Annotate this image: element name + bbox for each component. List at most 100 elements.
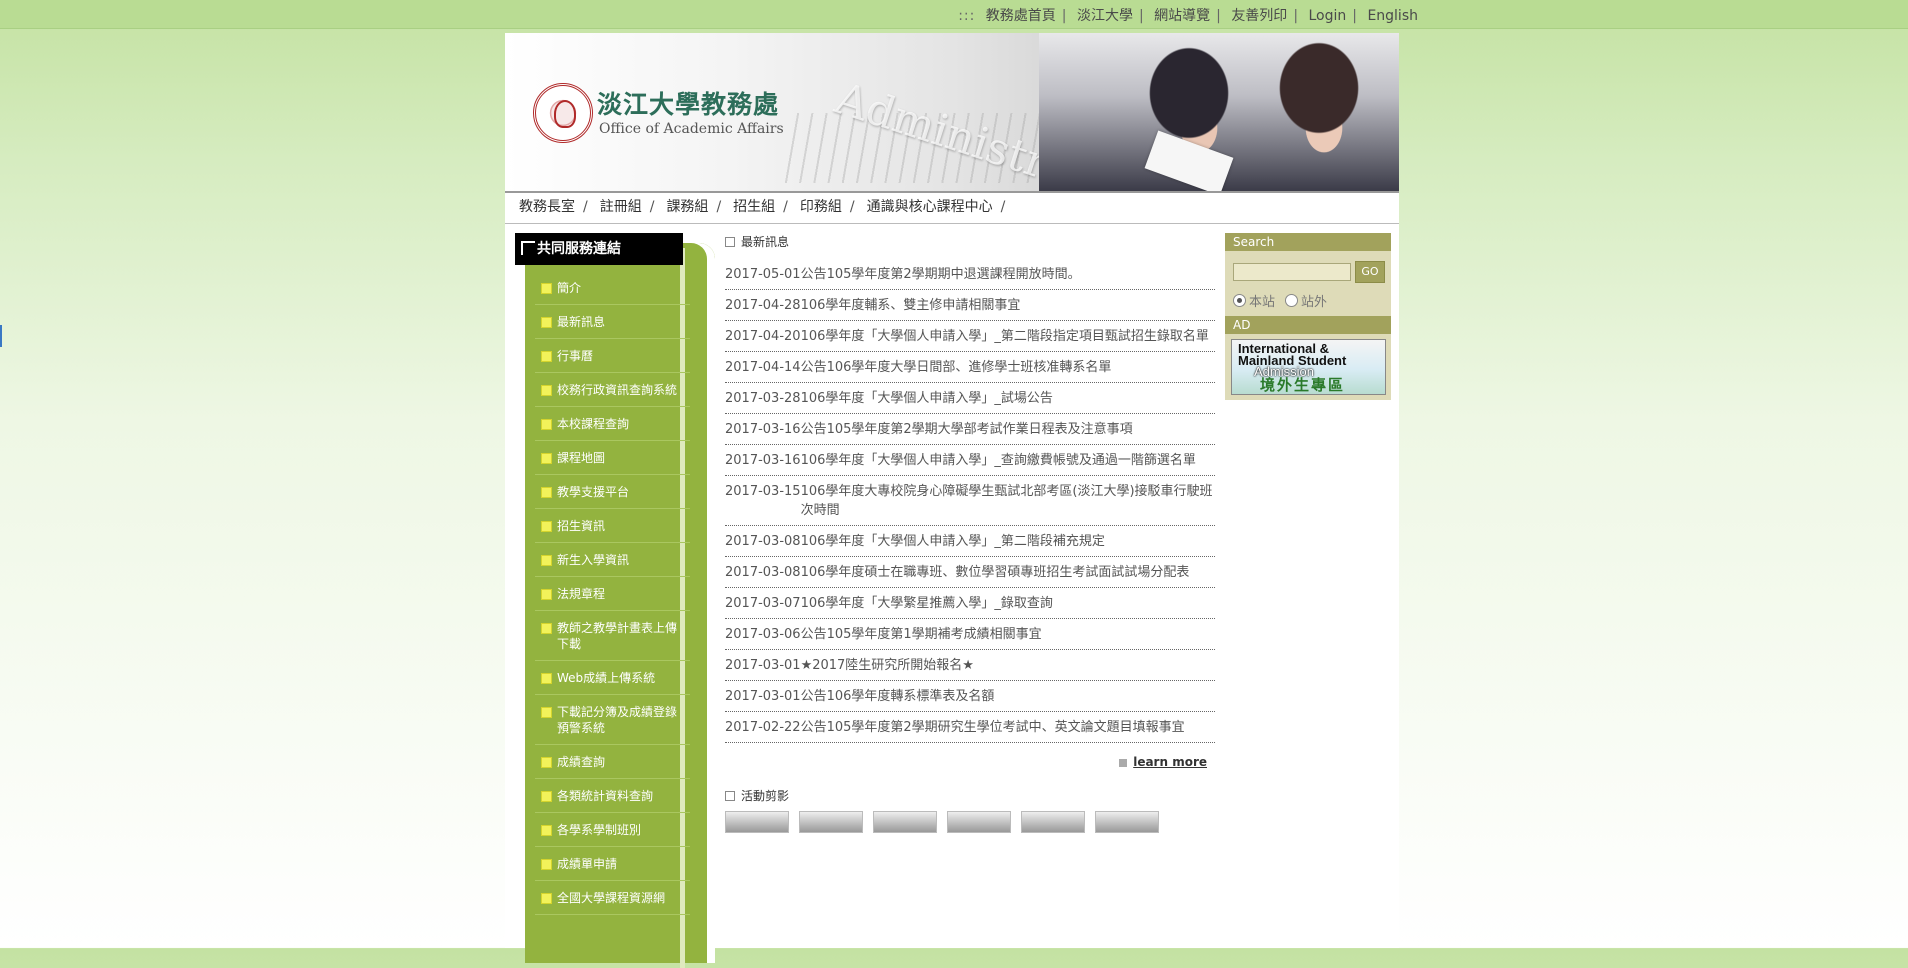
news-item[interactable]: 2017-03-07 106學年度「大學繁星推薦入學」_錄取查詢 bbox=[725, 588, 1215, 619]
photo-thumbnail[interactable] bbox=[1095, 811, 1159, 833]
radio-site[interactable] bbox=[1233, 294, 1246, 307]
photo-thumbnail[interactable] bbox=[873, 811, 937, 833]
news-title[interactable]: 106學年度「大學個人申請入學」_查詢繳費帳號及通過一階篩選名單 bbox=[801, 451, 1215, 470]
search-input[interactable] bbox=[1233, 263, 1351, 281]
news-item[interactable]: 2017-05-01 公告105學年度第2學期期中退選課程開放時間。 bbox=[725, 259, 1215, 290]
sidebar-item[interactable]: 新生入學資訊 bbox=[535, 543, 690, 577]
toplink-login[interactable]: Login bbox=[1308, 8, 1346, 24]
sidebar-item[interactable]: 各學系學制班別 bbox=[535, 813, 690, 847]
nav-link-registration[interactable]: 註冊組 bbox=[600, 199, 642, 215]
header-banner: Administration B 淡江大學教務處 Office of Acade… bbox=[505, 33, 1399, 191]
university-seal-icon[interactable] bbox=[533, 83, 593, 143]
news-title[interactable]: 公告106學年度轉系標準表及名額 bbox=[801, 687, 1215, 706]
news-item[interactable]: 2017-03-08 106學年度碩士在職專班、數位學習碩專班招生考試面試試場分配… bbox=[725, 557, 1215, 588]
sidebar-item[interactable]: 行事曆 bbox=[535, 339, 690, 373]
bullet-square-icon bbox=[541, 283, 552, 294]
news-title[interactable]: 公告105學年度第2學期大學部考試作業日程表及注意事項 bbox=[801, 420, 1215, 439]
news-date: 2017-03-16 bbox=[725, 422, 801, 437]
sidebar-item[interactable]: Web成績上傳系統 bbox=[535, 661, 690, 695]
sidebar-item-label: 成績單申請 bbox=[557, 857, 618, 871]
sidebar-item[interactable]: 校務行政資訊查詢系統 bbox=[535, 373, 690, 407]
sidebar-item[interactable]: 成績查詢 bbox=[535, 745, 690, 779]
toplink-home[interactable]: 教務處首頁 bbox=[986, 8, 1056, 24]
sidebar-item[interactable]: 招生資訊 bbox=[535, 509, 690, 543]
sidebar-item[interactable]: 課程地圖 bbox=[535, 441, 690, 475]
news-title[interactable]: 106學年度「大學個人申請入學」_試場公告 bbox=[801, 389, 1215, 408]
news-item[interactable]: 2017-03-06 公告105學年度第1學期補考成績相關事宜 bbox=[725, 619, 1215, 650]
learn-more-link[interactable]: learn more bbox=[1133, 755, 1207, 769]
sidebar-item-label: 下載記分簿及成績登錄預警系統 bbox=[557, 705, 678, 735]
bullet-square-icon bbox=[541, 555, 552, 566]
photo-thumbnails bbox=[725, 811, 1215, 833]
nav-link-general-education[interactable]: 通識與核心課程中心 bbox=[867, 199, 993, 215]
sidebar-item-label: 全國大學課程資源網 bbox=[557, 891, 666, 905]
sidebar-item[interactable]: 各類統計資料查詢 bbox=[535, 779, 690, 813]
nav-link-admissions[interactable]: 招生組 bbox=[733, 199, 775, 215]
news-item[interactable]: 2017-03-16 106學年度「大學個人申請入學」_查詢繳費帳號及通過一階篩選… bbox=[725, 445, 1215, 476]
site-title-cn[interactable]: 淡江大學教務處 bbox=[597, 85, 779, 121]
sidebar-item-label: 最新訊息 bbox=[557, 315, 606, 329]
learn-more-row: learn more bbox=[725, 755, 1215, 769]
bullet-square-icon bbox=[541, 317, 552, 328]
toplink-sitemap[interactable]: 網站導覽 bbox=[1154, 8, 1210, 24]
news-item[interactable]: 2017-03-01 公告106學年度轉系標準表及名額 bbox=[725, 681, 1215, 712]
news-date: 2017-03-16 bbox=[725, 453, 801, 468]
news-item[interactable]: 2017-04-28 106學年度輔系、雙主修申請相關事宜 bbox=[725, 290, 1215, 321]
news-item[interactable]: 2017-03-01 ★2017陸生研究所開始報名★ bbox=[725, 650, 1215, 681]
photo-thumbnail[interactable] bbox=[725, 811, 789, 833]
sidebar-item[interactable]: 法規章程 bbox=[535, 577, 690, 611]
bullet-square-icon bbox=[541, 707, 552, 718]
news-date: 2017-02-22 bbox=[725, 720, 801, 735]
toplink-english[interactable]: English bbox=[1367, 8, 1418, 24]
news-item[interactable]: 2017-03-16 公告105學年度第2學期大學部考試作業日程表及注意事項 bbox=[725, 414, 1215, 445]
news-title[interactable]: 公告106學年度大學日間部、進修學士班核准轉系名單 bbox=[801, 358, 1215, 377]
international-admission-banner[interactable]: International & Mainland Student Admissi… bbox=[1231, 339, 1386, 395]
toplink-tku[interactable]: 淡江大學 bbox=[1077, 8, 1133, 24]
search-scope: 本站 站外 bbox=[1233, 291, 1385, 310]
news-item[interactable]: 2017-03-15 106學年度大專校院身心障礙學生甄試北部考區(淡江大學)接駁… bbox=[725, 476, 1215, 526]
news-title[interactable]: 106學年度「大學個人申請入學」_第二階段補充規定 bbox=[801, 532, 1215, 551]
news-item[interactable]: 2017-02-22 公告105學年度第2學期研究生學位考試中、英文論文題目填報事… bbox=[725, 712, 1215, 743]
news-title[interactable]: 公告105學年度第1學期補考成績相關事宜 bbox=[801, 625, 1215, 644]
search-go-button[interactable]: GO bbox=[1355, 261, 1385, 283]
news-item[interactable]: 2017-03-08 106學年度「大學個人申請入學」_第二階段補充規定 bbox=[725, 526, 1215, 557]
news-title[interactable]: ★2017陸生研究所開始報名★ bbox=[801, 656, 1215, 675]
news-date: 2017-04-14 bbox=[725, 360, 801, 375]
sidebar-item[interactable]: 最新訊息 bbox=[535, 305, 690, 339]
radio-site-label: 本站 bbox=[1249, 295, 1276, 310]
news-heading-text: 最新訊息 bbox=[741, 235, 790, 249]
sidebar-item[interactable]: 教師之教學計畫表上傳下載 bbox=[535, 611, 690, 661]
news-item[interactable]: 2017-04-14 公告106學年度大學日間部、進修學士班核准轉系名單 bbox=[725, 352, 1215, 383]
news-title[interactable]: 106學年度「大學繁星推薦入學」_錄取查詢 bbox=[801, 594, 1215, 613]
bullet-square-icon bbox=[541, 589, 552, 600]
sidebar-item-label: 課程地圖 bbox=[557, 451, 606, 465]
sidebar-item[interactable]: 成績單申請 bbox=[535, 847, 690, 881]
news-list: 2017-05-01 公告105學年度第2學期期中退選課程開放時間。 2017-0… bbox=[725, 259, 1215, 743]
news-date: 2017-05-01 bbox=[725, 267, 801, 282]
sidebar-item[interactable]: 下載記分簿及成績登錄預警系統 bbox=[535, 695, 690, 745]
bullet-square-icon bbox=[541, 623, 552, 634]
toplink-print[interactable]: 友善列印 bbox=[1231, 8, 1287, 24]
sidebar-item[interactable]: 簡介 bbox=[535, 271, 690, 305]
radio-external[interactable] bbox=[1285, 294, 1299, 307]
search-box: GO 本站 站外 bbox=[1225, 251, 1391, 316]
sidebar-item[interactable]: 本校課程查詢 bbox=[535, 407, 690, 441]
news-title[interactable]: 106學年度輔系、雙主修申請相關事宜 bbox=[801, 296, 1215, 315]
news-title[interactable]: 106學年度「大學個人申請入學」_第二階段指定項目甄試招生錄取名單 bbox=[801, 327, 1215, 346]
photo-thumbnail[interactable] bbox=[947, 811, 1011, 833]
photo-thumbnail[interactable] bbox=[1021, 811, 1085, 833]
sidebar-list: 簡介 最新訊息 行事曆 校務行政資訊查詢系統 本校課程查詢 課程地圖 教學支援平… bbox=[535, 271, 690, 915]
sidebar-item[interactable]: 教學支援平台 bbox=[535, 475, 690, 509]
sidebar-item-label: 教學支援平台 bbox=[557, 485, 630, 499]
photo-thumbnail[interactable] bbox=[799, 811, 863, 833]
news-item[interactable]: 2017-03-28 106學年度「大學個人申請入學」_試場公告 bbox=[725, 383, 1215, 414]
news-title[interactable]: 106學年度大專校院身心障礙學生甄試北部考區(淡江大學)接駁車行駛班次時間 bbox=[801, 482, 1215, 520]
nav-link-printing[interactable]: 印務組 bbox=[800, 199, 842, 215]
sidebar-item[interactable]: 全國大學課程資源網 bbox=[535, 881, 690, 915]
news-item[interactable]: 2017-04-20 106學年度「大學個人申請入學」_第二階段指定項目甄試招生錄… bbox=[725, 321, 1215, 352]
news-title[interactable]: 106學年度碩士在職專班、數位學習碩專班招生考試面試試場分配表 bbox=[801, 563, 1215, 582]
news-title[interactable]: 公告105學年度第2學期研究生學位考試中、英文論文題目填報事宜 bbox=[801, 718, 1215, 737]
nav-link-curriculum[interactable]: 課務組 bbox=[666, 199, 708, 215]
nav-link-dean[interactable]: 教務長室 bbox=[519, 199, 575, 215]
news-title[interactable]: 公告105學年度第2學期期中退選課程開放時間。 bbox=[801, 265, 1215, 284]
